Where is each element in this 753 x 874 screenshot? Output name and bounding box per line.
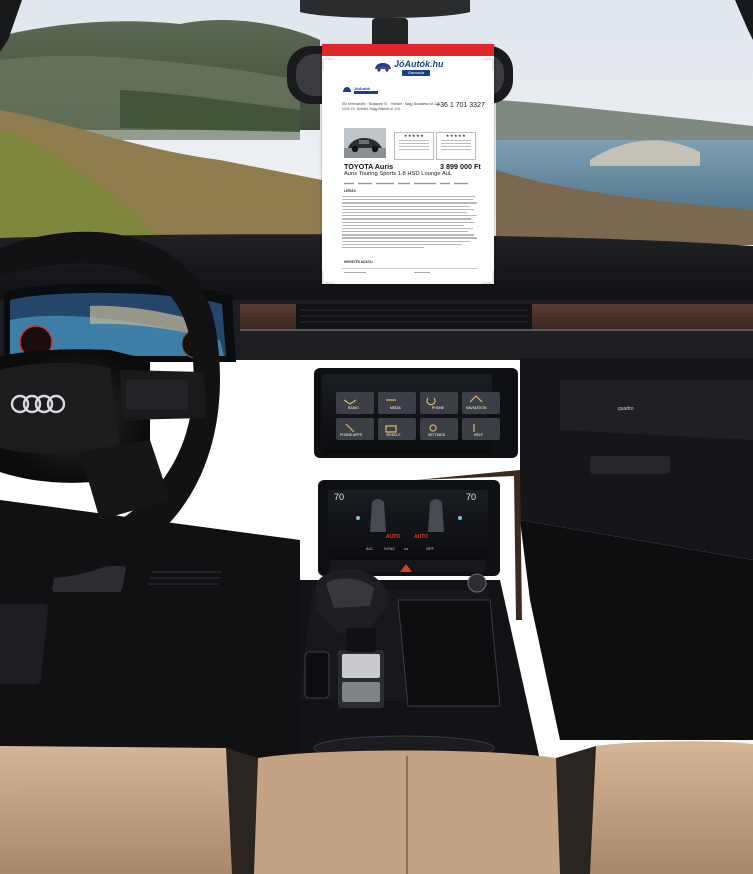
car-interior-scene: RADIO MEDIA PHONE NAVIGATION PHONE APPS … (0, 0, 753, 874)
contact-line-2: 1234 XX. Kerület, Nagy Bükkös út 123. (342, 107, 401, 111)
spec-strip (344, 182, 468, 185)
description-text (342, 196, 478, 250)
header-bar (322, 44, 494, 56)
drive-mode-panel[interactable] (304, 651, 330, 699)
menu-phone[interactable]: PHONE (432, 406, 444, 410)
temp-right[interactable]: 70 (466, 492, 476, 502)
dealer-phone[interactable]: +36 1 701 3327 (436, 102, 485, 109)
site-logo[interactable]: JóAutók.hu Garancia (374, 58, 454, 80)
description-heading: LEÍRÁS (344, 189, 356, 193)
menu-help[interactable]: HELP (474, 433, 483, 437)
driver-seat (0, 746, 236, 874)
more-button[interactable]: ••• (404, 546, 408, 551)
car-price: 3 899 000 Ft (440, 162, 481, 171)
rating-stars: ★★★★★ (403, 133, 425, 138)
passenger-seat (588, 741, 753, 874)
model-badge: quattro (618, 406, 634, 412)
corner-mark-icon (481, 271, 494, 284)
auto-right[interactable]: AUTO (414, 534, 428, 540)
corner-mark-icon (481, 58, 494, 71)
menu-navigation[interactable]: NAVIGATION (466, 406, 486, 410)
site-name: JóAutók.hu (394, 59, 444, 69)
center-air-vent (296, 304, 532, 330)
corner-mark-icon (322, 58, 335, 71)
sync-button[interactable]: SYNC (384, 546, 395, 551)
footer-heading: HIRDETÉS ADATAI (344, 260, 373, 264)
ac-button[interactable]: A/C (366, 546, 373, 551)
storage-tray[interactable] (397, 599, 501, 707)
dealer-logo: JóAutók (342, 86, 382, 96)
car-photo (344, 128, 386, 158)
temp-left[interactable]: 70 (334, 492, 344, 502)
car-subtitle: Auris Touring Sports 1.8 HSD Lounge AuL (344, 171, 453, 177)
rating-box-1: ★★★★★ (394, 132, 434, 160)
auto-left[interactable]: AUTO (386, 534, 400, 540)
mmi-control-knob[interactable] (467, 573, 487, 593)
menu-settings[interactable]: SETTINGS (428, 433, 445, 437)
menu-phone-apps[interactable]: PHONE APPS (340, 433, 362, 437)
off-button[interactable]: OFF (426, 546, 434, 551)
car-logo-icon (375, 63, 391, 72)
site-tag: Garancia (402, 70, 430, 76)
menu-vehicle[interactable]: VEHICLE (386, 433, 401, 437)
dealer-listing-sheet: JóAutók.hu Garancia JóAutók Elő Keresked… (322, 44, 494, 284)
dealer-car-icon (343, 87, 351, 92)
corner-mark-icon (322, 271, 335, 284)
dealer-contact: Elő Kereskedés · Budapest XI. · Kerület … (342, 102, 441, 112)
rating-box-2: ★★★★★ (436, 132, 476, 160)
rating-stars: ★★★★★ (445, 133, 467, 138)
car-model: TOYOTA Auris (344, 162, 394, 171)
menu-radio[interactable]: RADIO (348, 406, 359, 410)
floor-mat (0, 604, 49, 684)
menu-media[interactable]: MEDIA (390, 406, 401, 410)
